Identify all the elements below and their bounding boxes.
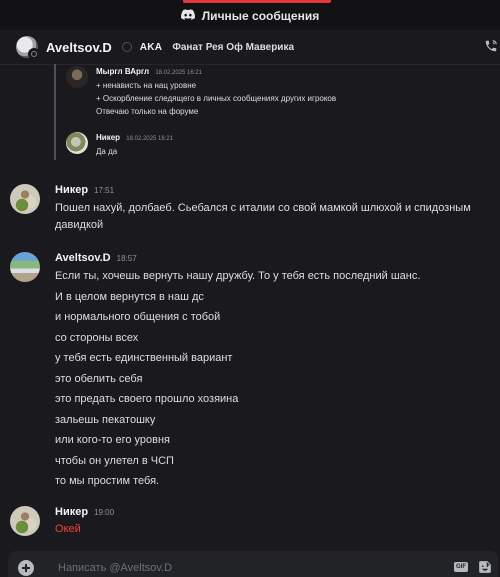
header-username[interactable]: Aveltsov.D (46, 40, 112, 55)
message-line: Пошел нахуй, долбаеб. Сьебался с италии … (55, 202, 471, 231)
message-author[interactable]: Aveltsov.D (55, 252, 111, 264)
message-line: или кого-то его уровня (55, 434, 171, 446)
message-content: Если ты, хочешь вернуть нашу дружбу. То … (55, 266, 495, 492)
quote-body: Мыргл ВАргл 18.02.2025 16:21 + ненависть… (96, 66, 336, 118)
quote-avatar[interactable] (66, 66, 88, 88)
header-tag: AKA (139, 41, 163, 53)
quote-header: Никер 18.02.2025 16:21 (96, 132, 173, 145)
quote-line: + ненависть на нац уровне (96, 81, 197, 90)
title-accent-bar (183, 0, 331, 3)
add-attachment-icon[interactable] (18, 560, 34, 576)
quote-item: Мыргл ВАргл 18.02.2025 16:21 + ненависть… (66, 66, 336, 118)
quote-author[interactable]: Мыргл ВАргл (96, 67, 149, 76)
message-group: Никер 19:00 Окей (0, 506, 500, 546)
phone-call-icon[interactable] (484, 38, 498, 59)
message-line: Если ты, хочешь вернуть нашу дружбу. То … (55, 270, 421, 282)
window-title: Личные сообщения (201, 9, 320, 23)
message-list: Мыргл ВАргл 18.02.2025 16:21 + ненависть… (0, 64, 500, 548)
quote-time: 18.02.2025 16:21 (155, 70, 203, 76)
message-time: 19:00 (94, 508, 115, 517)
header-avatar[interactable] (16, 36, 40, 60)
message-line: и нормального общения с тобой (55, 311, 221, 323)
status-dot-icon (28, 48, 40, 60)
message-time: 17:51 (94, 186, 115, 195)
message-group: Никер 17:51 Пошел нахуй, долбаеб. Сьебал… (0, 184, 500, 240)
message-line: Окей (55, 523, 81, 535)
message-time: 18:57 (116, 254, 137, 263)
message-composer: GIF (8, 551, 498, 577)
message-group: Aveltsov.D 18:57 Если ты, хочешь вернуть… (0, 252, 500, 492)
message-header: Никер 17:51 (55, 184, 114, 200)
message-author[interactable]: Никер (55, 184, 88, 196)
quote-line: Да да (96, 147, 118, 156)
avatar[interactable] (10, 506, 40, 536)
avatar[interactable] (10, 252, 40, 282)
message-line: это предать своего прошло хозяина (55, 393, 239, 405)
message-line: у тебя есть единственный вариант (55, 352, 233, 364)
discord-dm-window: Личные сообщения Aveltsov.D AKA Фанат Ре… (0, 0, 500, 577)
message-line: И в целом вернутся в наш дс (55, 290, 204, 303)
message-input[interactable] (56, 561, 420, 575)
discord-icon (180, 7, 195, 25)
message-line: чтобы он улетел в ЧСП (55, 454, 174, 467)
quote-line: Отвечаю только на форуме (96, 107, 199, 116)
quoted-message-block: Мыргл ВАргл 18.02.2025 16:21 + ненависть… (54, 64, 446, 160)
message-author[interactable]: Никер (55, 506, 88, 518)
message-line: зальешь пекатошку (55, 413, 156, 426)
title-wrap: Личные сообщения (180, 7, 320, 25)
quote-line: + Оскорбление следящего в личных сообщен… (96, 94, 337, 103)
header-status: Фанат Рея Оф Маверика (172, 41, 295, 53)
dm-header: Aveltsov.D AKA Фанат Рея Оф Маверика (0, 30, 500, 65)
message-content: Пошел нахуй, долбаеб. Сьебался с италии … (55, 200, 495, 234)
header-separator-icon (121, 42, 132, 52)
gif-button[interactable]: GIF (454, 562, 468, 572)
message-line: со стороны всех (55, 331, 139, 344)
quote-author[interactable]: Никер (96, 133, 120, 142)
title-bar: Личные сообщения (0, 0, 500, 30)
message-line: то мы простим тебя. (55, 475, 160, 487)
quote-item: Никер 18.02.2025 16:21 Да да (66, 132, 173, 158)
quote-header: Мыргл ВАргл 18.02.2025 16:21 (96, 66, 336, 79)
avatar[interactable] (10, 184, 40, 214)
sticker-icon[interactable] (478, 560, 492, 577)
message-line: это обелить себя (55, 372, 143, 385)
quote-body: Никер 18.02.2025 16:21 Да да (96, 132, 173, 158)
quote-time: 18.02.2025 16:21 (126, 136, 173, 142)
message-content: Окей (55, 519, 495, 540)
quote-avatar[interactable] (66, 132, 88, 154)
